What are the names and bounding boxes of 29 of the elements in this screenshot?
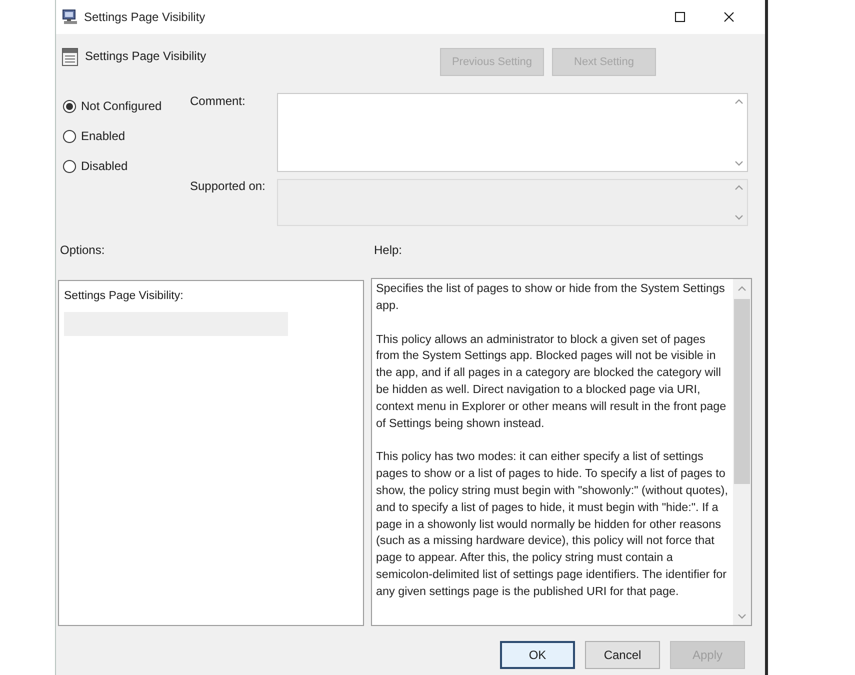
maximize-icon	[675, 12, 685, 22]
help-paragraph: Specifies the list of pages to show or hide from the System Settings app.	[376, 281, 726, 314]
radio-option[interactable]: Not Configured	[63, 91, 190, 121]
scrollbar-track[interactable]	[733, 279, 751, 625]
dialog-button[interactable]: Cancel	[585, 641, 660, 669]
help-label: Help:	[374, 243, 404, 257]
dialog-button[interactable]: OK	[500, 641, 575, 669]
radio-button[interactable]	[63, 130, 76, 142]
scroll-up-icon[interactable]	[734, 99, 742, 104]
radio-button[interactable]	[63, 100, 76, 112]
radio-button[interactable]	[63, 160, 76, 172]
monitor-icon	[62, 9, 78, 25]
radio-option[interactable]: Enabled	[63, 121, 190, 151]
document-icon	[62, 48, 78, 66]
radio-option[interactable]: Disabled	[63, 151, 190, 181]
comment-field[interactable]	[277, 93, 748, 172]
supported-on-label: Supported on:	[190, 179, 266, 193]
scrollbar-thumb[interactable]	[734, 299, 750, 484]
comment-label: Comment:	[190, 93, 246, 108]
help-paragraph: This policy has two modes: it can either specify a list of settings pages to show or a list of pages to hide. To specify a list of pages to show, the policy string must begin with "showonly:" (without quotes), and to specify a list of pages to hide, it must begin with "hide:". If a page in a showonly list would normally be hidden for other reasons (such as a missing hardware device), this policy will not force that page to appear. After this, the policy string must contain a semicolon-delimited list of settings page identifiers. The identifier for any given settings page is the published URI for that page.	[376, 449, 729, 600]
window-title: Settings Page Visibility	[84, 10, 206, 24]
options-label: Options:	[60, 243, 106, 257]
help-paragraph: This policy allows an administrator to block a given set of pages from the System Settings app. Blocked pages will not be visible in the app, and if all pages in a category are blocked the category will be hidden as well. Direct navigation to a blocked page via URI, context menu in Explorer or other means will result in the front page of Settings being shown instead.	[376, 332, 728, 432]
scroll-up-icon[interactable]	[738, 286, 746, 290]
policy-title: Settings Page Visibility	[85, 49, 208, 63]
scroll-down-icon[interactable]	[738, 614, 746, 618]
close-icon	[724, 12, 734, 22]
option-label: Settings Page Visibility:	[64, 289, 184, 303]
scroll-down-icon[interactable]	[734, 161, 742, 166]
